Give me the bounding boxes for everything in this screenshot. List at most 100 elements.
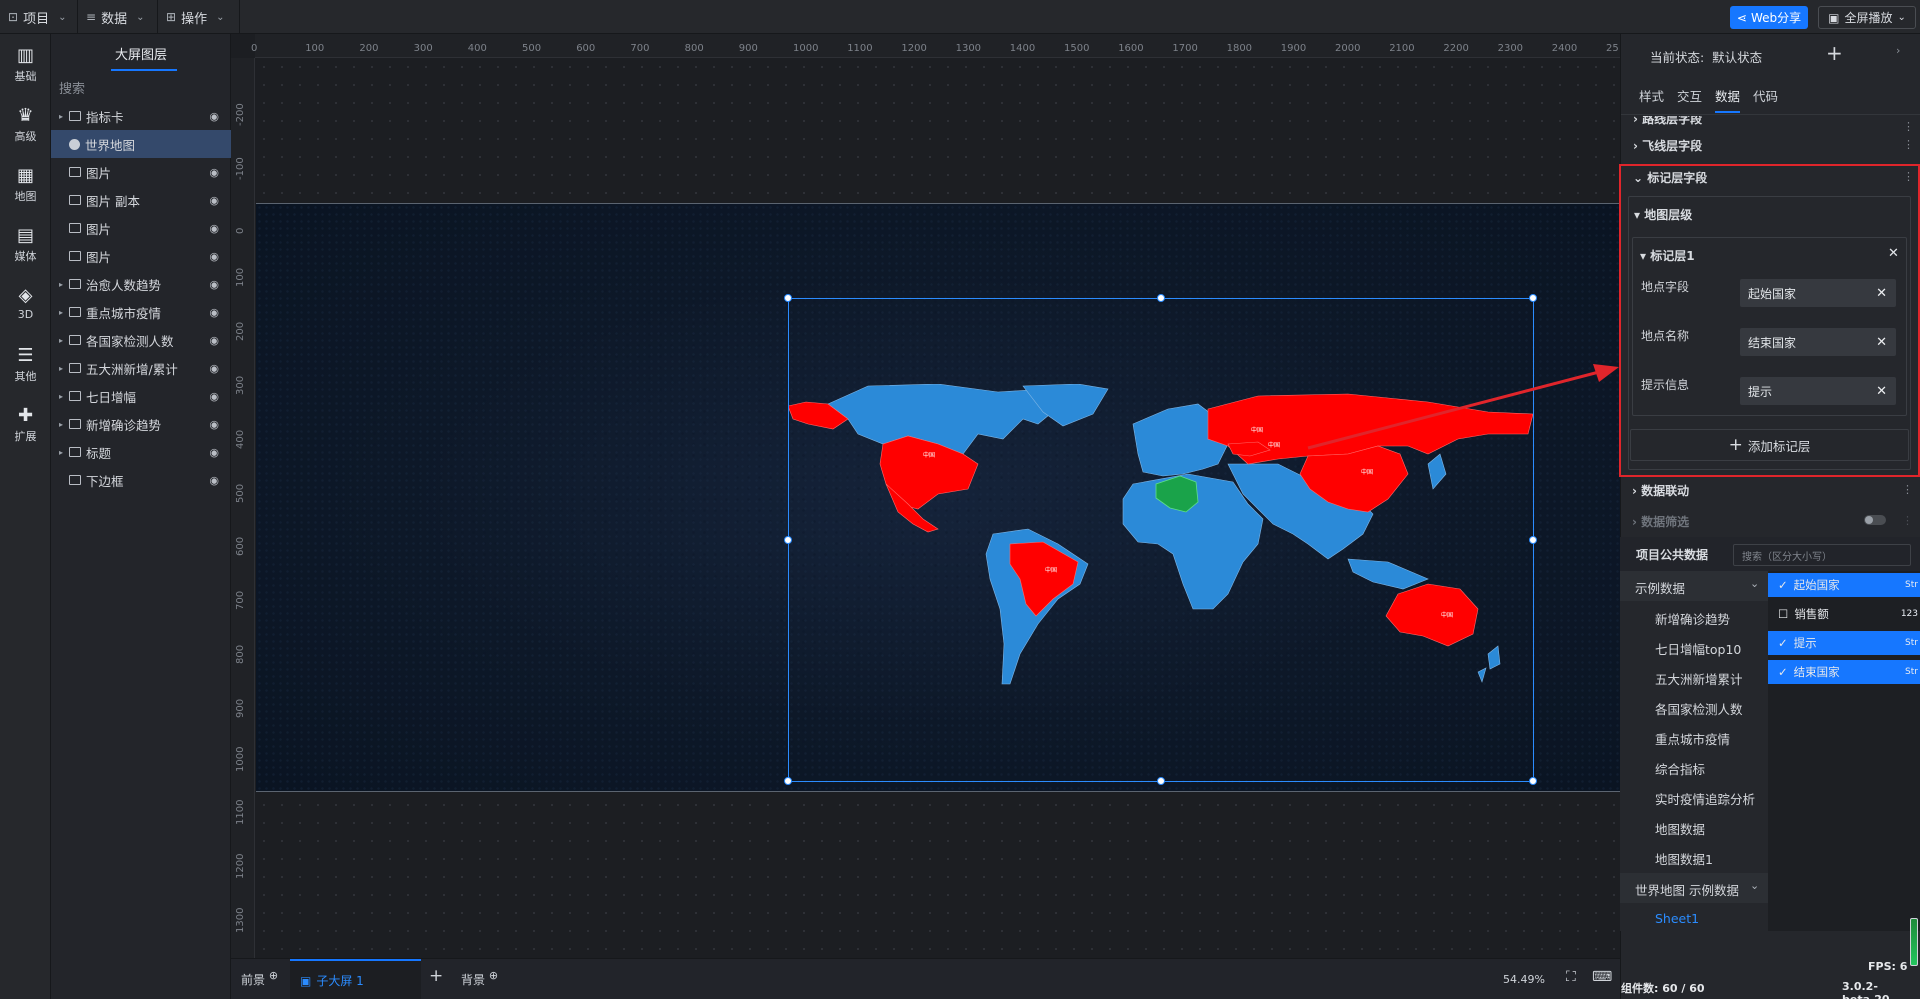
layer-item[interactable]: 图片 ◉ [51, 242, 231, 270]
expand-arrow-icon[interactable]: ▸ [55, 448, 67, 457]
menu-project[interactable]: ⊡ 项目 ⌄ [0, 0, 78, 34]
expand-arrow-icon[interactable]: ▸ [55, 364, 67, 373]
expand-arrow-icon[interactable]: ▸ [55, 112, 67, 121]
layers-tab[interactable]: 大屏图层 [115, 44, 167, 63]
web-share-button[interactable]: ⋖ Web分享 [1730, 6, 1808, 29]
data-linkage-section[interactable]: › 数据联动 [1632, 482, 1689, 499]
editor-canvas[interactable]: 0 100 200 300 400 500 600 700 800 900 1000 1100 1200… [231, 34, 1620, 958]
resize-handle-nw[interactable] [784, 294, 792, 302]
visibility-icon[interactable]: ◉ [209, 110, 219, 123]
resize-handle-e[interactable] [1529, 536, 1537, 544]
add-circle-icon[interactable]: ⊕ [489, 969, 498, 982]
rail-media[interactable]: ▤ 媒体 [0, 226, 51, 264]
dataset-item[interactable]: 实时疫情追踪分析 [1655, 789, 1755, 808]
rail-advanced[interactable]: ♛ 高级 [0, 106, 51, 144]
layers-search-input[interactable]: 搜索 [59, 78, 223, 100]
tab-data[interactable]: 数据 [1715, 86, 1741, 113]
expand-arrow-icon[interactable]: ▸ [55, 336, 67, 345]
dataset-item[interactable]: 各国家检测人数 [1655, 699, 1743, 718]
resize-handle-s[interactable] [1157, 777, 1165, 785]
resize-handle-sw[interactable] [784, 777, 792, 785]
checkbox-checked-icon[interactable]: ✓ [1778, 665, 1788, 679]
checkbox-checked-icon[interactable]: ✓ [1778, 636, 1788, 650]
visibility-icon[interactable]: ◉ [209, 474, 219, 487]
rail-map[interactable]: ▦ 地图 [0, 166, 51, 204]
public-data-search-input[interactable]: 搜索（区分大小写） [1733, 544, 1911, 566]
chevron-down-icon[interactable]: ⌄ [1750, 577, 1759, 590]
dataset-item[interactable]: 地图数据1 [1655, 849, 1713, 868]
more-icon[interactable]: ⋮ [1903, 120, 1914, 133]
layer-item[interactable]: 图片 ◉ [51, 214, 231, 242]
menu-operation[interactable]: ⊞ 操作 ⌄ [158, 0, 240, 34]
dataset-field-row[interactable]: ✓ 提示 Str [1768, 631, 1920, 655]
expand-arrow-icon[interactable]: ▸ [55, 420, 67, 429]
layer-item[interactable]: ▸ 五大洲新增/累计 ◉ [51, 354, 231, 382]
checkbox-checked-icon[interactable]: ✓ [1778, 578, 1788, 592]
more-icon[interactable]: ⋮ [1902, 483, 1913, 496]
dataset-field-row[interactable]: ✓ 结束国家 Str [1768, 660, 1920, 684]
state-value[interactable]: 默认状态 [1712, 50, 1762, 65]
dataset-field-row[interactable]: ☐ 销售额 123 [1768, 602, 1920, 626]
rail-basic[interactable]: ▥ 基础 [0, 46, 51, 84]
checkbox-icon[interactable]: ☐ [1778, 607, 1788, 621]
layer-item[interactable]: ▸ 七日增幅 ◉ [51, 382, 231, 410]
rail-extension[interactable]: ✚ 扩展 [0, 406, 51, 444]
expand-arrow-icon[interactable]: ▸ [55, 280, 67, 289]
resize-handle-w[interactable] [784, 536, 792, 544]
layer-item[interactable]: ▸ 各国家检测人数 ◉ [51, 326, 231, 354]
add-screen-button[interactable]: + [429, 966, 443, 986]
layer-item[interactable]: 图片 ◉ [51, 158, 231, 186]
visibility-icon[interactable]: ◉ [209, 446, 219, 459]
more-icon[interactable]: ⋮ [1903, 138, 1914, 151]
layer-item[interactable]: ▸ 新增确诊趋势 ◉ [51, 410, 231, 438]
visibility-icon[interactable]: ◉ [209, 278, 219, 291]
visibility-icon[interactable]: ◉ [209, 194, 219, 207]
layer-item[interactable]: ▸ 治愈人数趋势 ◉ [51, 270, 231, 298]
dataset-item[interactable]: 地图数据 [1655, 819, 1705, 838]
more-icon[interactable]: ⋮ [1902, 514, 1913, 527]
tab-style[interactable]: 样式 [1639, 86, 1664, 113]
menu-data[interactable]: ≡ 数据 ⌄ [78, 0, 158, 34]
dataset-item[interactable]: 七日增幅top10 [1655, 639, 1741, 658]
layer-item[interactable]: ▸ 指标卡 ◉ [51, 102, 231, 130]
visibility-icon[interactable]: ◉ [209, 306, 219, 319]
add-circle-icon[interactable]: ⊕ [269, 969, 278, 982]
fullscreen-play-button[interactable]: ▣ 全屏播放 ⌄ [1818, 6, 1916, 29]
dataset-field-row[interactable]: ✓ 起始国家 Str [1768, 573, 1920, 597]
visibility-icon[interactable]: ◉ [209, 166, 219, 179]
dataset-item[interactable]: 新增确诊趋势 [1655, 609, 1730, 628]
resize-handle-se[interactable] [1529, 777, 1537, 785]
dataset-group-sample[interactable]: 示例数据 [1635, 578, 1685, 597]
visibility-icon[interactable]: ◉ [209, 334, 219, 347]
resize-handle-ne[interactable] [1529, 294, 1537, 302]
tab-interaction[interactable]: 交互 [1677, 86, 1702, 113]
visibility-icon[interactable]: ◉ [209, 362, 219, 375]
layer-item[interactable]: 世界地图 [51, 130, 231, 158]
keyboard-icon[interactable]: ⌨ [1592, 969, 1612, 985]
expand-arrow-icon[interactable]: ▸ [55, 308, 67, 317]
layer-item[interactable]: 图片 副本 ◉ [51, 186, 231, 214]
flyline-layer-section[interactable]: › 飞线层字段 [1633, 137, 1702, 154]
visibility-icon[interactable]: ◉ [209, 418, 219, 431]
rail-other[interactable]: ☰ 其他 [0, 346, 51, 384]
fit-screen-icon[interactable]: ⛶ [1566, 969, 1576, 985]
layer-item[interactable]: ▸ 重点城市疫情 ◉ [51, 298, 231, 326]
chevron-right-icon[interactable]: › [1896, 44, 1900, 57]
dataset-group-world-map[interactable]: 世界地图 示例数据 [1635, 880, 1739, 899]
visibility-icon[interactable]: ◉ [209, 390, 219, 403]
layer-item[interactable]: 下边框 ◉ [51, 466, 231, 494]
layer-item[interactable]: ▸ 标题 ◉ [51, 438, 231, 466]
visibility-icon[interactable]: ◉ [209, 250, 219, 263]
dataset-item[interactable]: 五大洲新增累计 [1655, 669, 1743, 688]
rail-3d[interactable]: ◈ 3D [0, 286, 51, 322]
foreground-tab[interactable]: 前景 ⊕ [241, 969, 278, 988]
visibility-icon[interactable]: ◉ [209, 222, 219, 235]
add-state-button[interactable]: + [1826, 41, 1843, 65]
expand-arrow-icon[interactable]: ▸ [55, 392, 67, 401]
tab-code[interactable]: 代码 [1753, 86, 1778, 113]
data-filter-section[interactable]: › 数据筛选 [1632, 513, 1689, 530]
dataset-sheet1[interactable]: Sheet1 [1655, 911, 1699, 926]
dataset-item[interactable]: 综合指标 [1655, 759, 1705, 778]
data-filter-toggle[interactable] [1864, 515, 1886, 525]
route-layer-section[interactable]: › 路线层字段 [1633, 116, 1702, 126]
